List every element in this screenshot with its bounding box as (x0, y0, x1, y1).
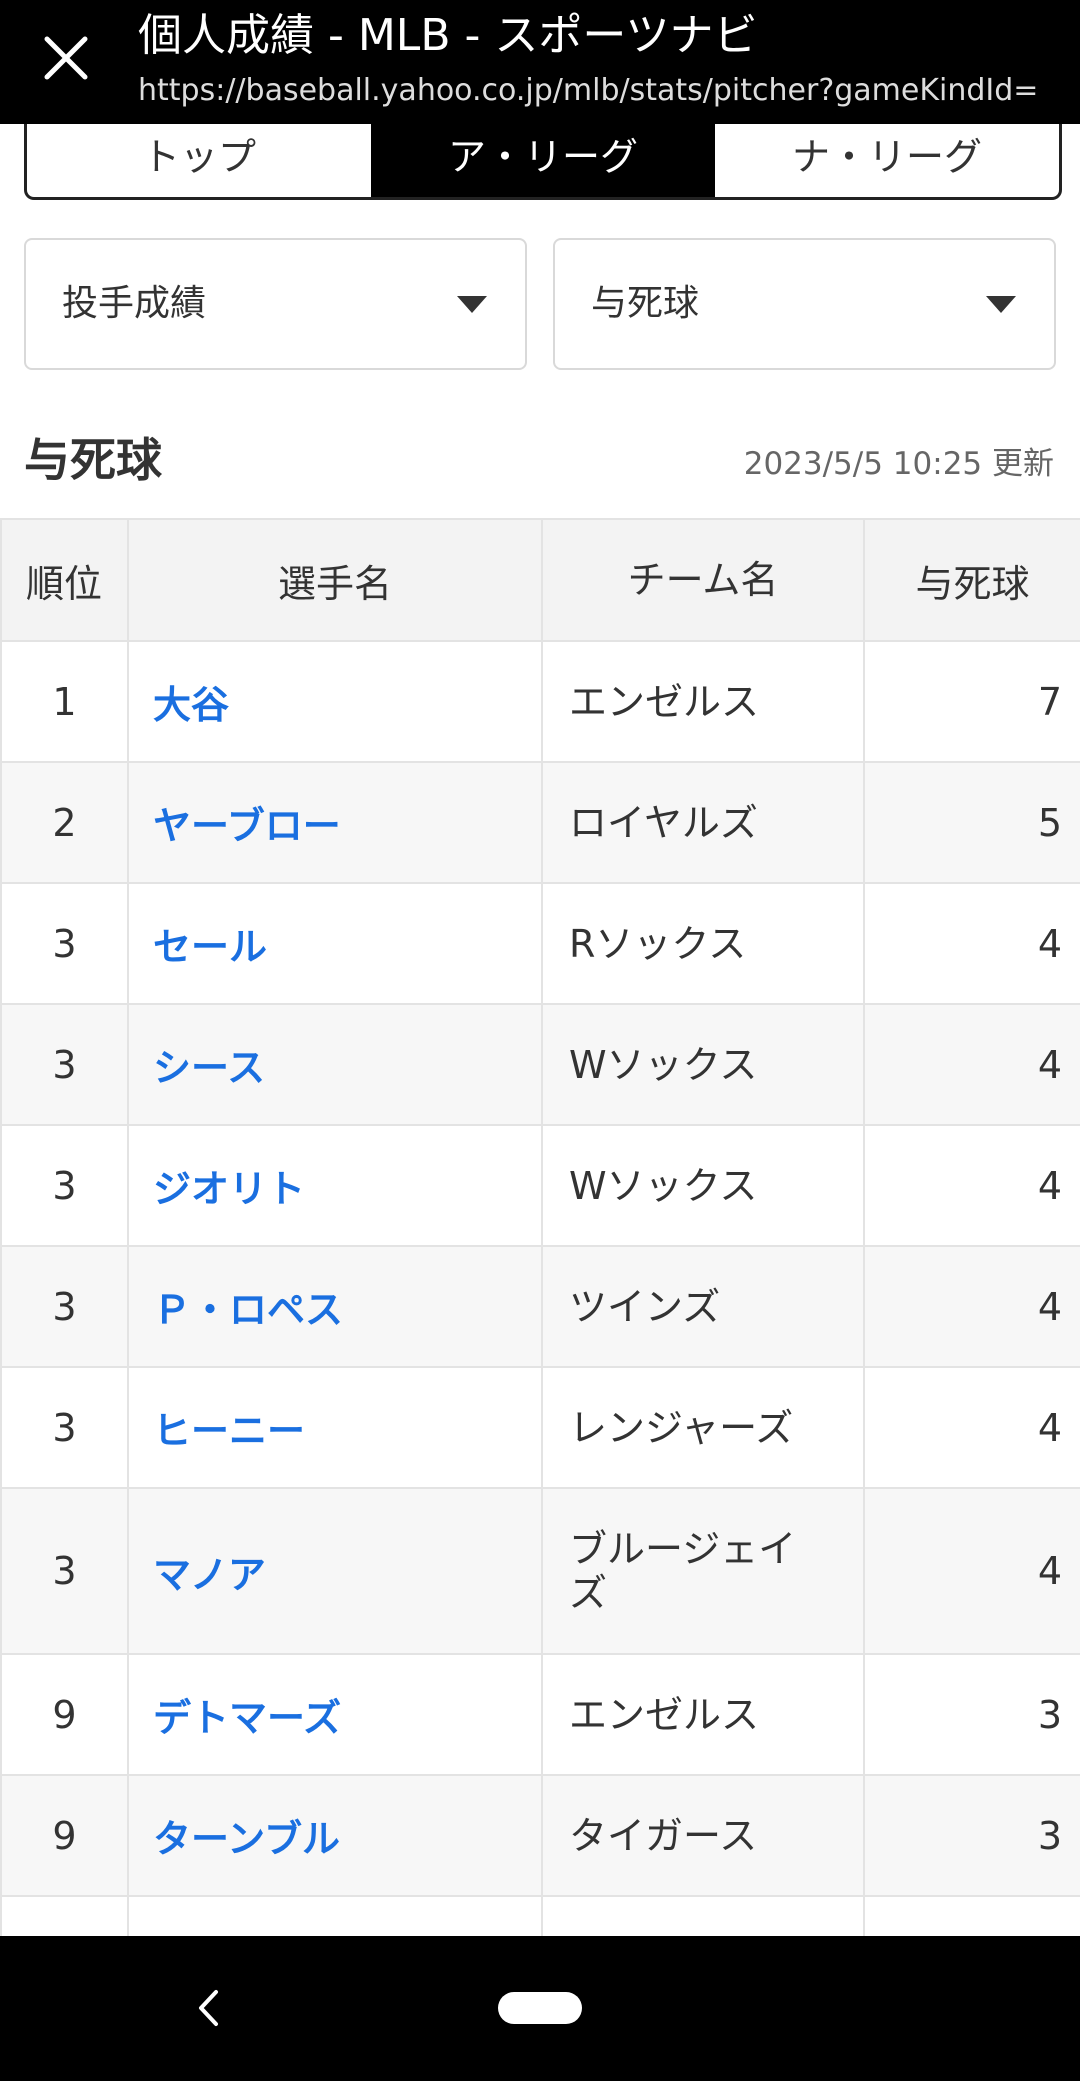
back-chevron-icon (199, 1990, 218, 2026)
header-player: 選手名 (127, 518, 543, 642)
table-row: 3 ヒーニー レンジャーズ 4 (0, 1366, 1080, 1489)
table-row: 2 ヤーブロー ロイヤルズ 5 (0, 761, 1080, 884)
player-cell: セール (127, 882, 543, 1005)
player-link[interactable]: ヒーニー (153, 1409, 305, 1453)
team-cell: エンゼルス (541, 640, 865, 763)
team-cell: Wソックス (541, 1003, 865, 1126)
rank-cell: 1 (0, 640, 129, 763)
player-cell (127, 1895, 543, 1936)
header-stat: 与死球 (863, 518, 1080, 642)
dropdown-caret-icon (986, 296, 1016, 313)
browser-top-bar: 個人成績 - MLB - スポーツナビ https://baseball.yah… (0, 0, 1080, 124)
stat-cell: 3 (863, 1653, 1080, 1776)
player-link[interactable]: ヤーブロー (153, 804, 341, 848)
team-cell: ロイヤルズ (541, 761, 865, 884)
stat-cell: 4 (863, 1003, 1080, 1126)
team-cell (541, 1895, 865, 1936)
stat-cell (863, 1895, 1080, 1936)
close-icon (44, 36, 88, 80)
table-row: 3 マノア ブルージェイズ 4 (0, 1487, 1080, 1655)
player-cell: ヒーニー (127, 1366, 543, 1489)
league-tabs: トップ ア・リーグ ナ・リーグ (24, 124, 1062, 200)
filter-selects: 投手成績 与死球 (24, 238, 1056, 370)
player-cell: ヤーブロー (127, 761, 543, 884)
team-cell: レンジャーズ (541, 1366, 865, 1489)
table-row: 9 デトマーズ エンゼルス 3 (0, 1653, 1080, 1776)
stat-cell: 4 (863, 1366, 1080, 1489)
player-cell: Ｐ・ロペス (127, 1245, 543, 1368)
updated-timestamp: 2023/5/5 10:25 更新 (743, 446, 1054, 482)
table-row (0, 1895, 1080, 1936)
team-cell: Wソックス (541, 1124, 865, 1247)
player-link[interactable]: ジオリト (153, 1167, 305, 1211)
rank-cell: 9 (0, 1774, 129, 1897)
stat-cell: 4 (863, 1124, 1080, 1247)
player-link[interactable]: Ｐ・ロペス (153, 1288, 343, 1332)
screen: 個人成績 - MLB - スポーツナビ https://baseball.yah… (0, 0, 1080, 2081)
stat-select[interactable]: 与死球 (553, 238, 1056, 370)
player-link[interactable]: マノア (153, 1553, 266, 1597)
player-link[interactable]: セール (153, 925, 267, 969)
stats-table: 順位 選手名 チーム名 与死球 1 大谷 エンゼルス 7 2 ヤーブロー ロイヤ… (0, 518, 1080, 1936)
table-row: 3 セール Rソックス 4 (0, 882, 1080, 1005)
stat-select-value: 与死球 (591, 283, 700, 324)
player-cell: ジオリト (127, 1124, 543, 1247)
stat-cell: 7 (863, 640, 1080, 763)
table-header-row: 順位 選手名 チーム名 与死球 (0, 518, 1080, 642)
tab-top[interactable]: トップ (27, 124, 371, 197)
stat-cell: 5 (863, 761, 1080, 884)
team-cell: タイガース (541, 1774, 865, 1897)
rank-cell: 3 (0, 1124, 129, 1247)
team-cell: エンゼルス (541, 1653, 865, 1776)
header-rank: 順位 (0, 518, 129, 642)
rank-cell: 3 (0, 1366, 129, 1489)
page-url[interactable]: https://baseball.yahoo.co.jp/mlb/stats/p… (138, 70, 1068, 112)
player-cell: マノア (127, 1487, 543, 1655)
team-cell: ツインズ (541, 1245, 865, 1368)
home-pill-icon[interactable] (498, 1992, 582, 2024)
player-link[interactable]: ターンブル (153, 1817, 340, 1861)
category-select[interactable]: 投手成績 (24, 238, 527, 370)
rank-cell: 2 (0, 761, 129, 884)
player-link[interactable]: 大谷 (153, 683, 229, 727)
table-row: 3 ジオリト Wソックス 4 (0, 1124, 1080, 1247)
player-cell: 大谷 (127, 640, 543, 763)
rank-cell (0, 1895, 129, 1936)
table-row: 1 大谷 エンゼルス 7 (0, 640, 1080, 763)
tab-american-league[interactable]: ア・リーグ (371, 124, 715, 197)
rank-cell: 9 (0, 1653, 129, 1776)
player-cell: ターンブル (127, 1774, 543, 1897)
player-link[interactable]: シース (153, 1046, 265, 1090)
page-content: トップ ア・リーグ ナ・リーグ 投手成績 与死球 与死球 2023/5/5 10… (0, 124, 1080, 1936)
stat-cell: 4 (863, 1487, 1080, 1655)
table-row: 3 シース Wソックス 4 (0, 1003, 1080, 1126)
stat-cell: 4 (863, 1245, 1080, 1368)
rank-cell: 3 (0, 1003, 129, 1126)
back-button[interactable] (186, 1982, 230, 2034)
page-title: 個人成績 - MLB - スポーツナビ (138, 10, 758, 61)
system-navigation-bar (0, 1936, 1080, 2081)
player-cell: シース (127, 1003, 543, 1126)
table-row: 9 ターンブル タイガース 3 (0, 1774, 1080, 1897)
team-cell: ブルージェイズ (541, 1487, 865, 1655)
stat-cell: 3 (863, 1774, 1080, 1897)
table-row: 3 Ｐ・ロペス ツインズ 4 (0, 1245, 1080, 1368)
team-cell: Rソックス (541, 882, 865, 1005)
category-select-value: 投手成績 (62, 283, 207, 324)
header-team: チーム名 (541, 518, 865, 642)
player-cell: デトマーズ (127, 1653, 543, 1776)
stat-cell: 4 (863, 882, 1080, 1005)
close-button[interactable] (32, 24, 100, 92)
rank-cell: 3 (0, 1245, 129, 1368)
section-title: 与死球 (24, 433, 162, 487)
player-link[interactable]: デトマーズ (153, 1696, 341, 1740)
rank-cell: 3 (0, 1487, 129, 1655)
tab-national-league[interactable]: ナ・リーグ (715, 124, 1059, 197)
rank-cell: 3 (0, 882, 129, 1005)
dropdown-caret-icon (457, 296, 487, 313)
